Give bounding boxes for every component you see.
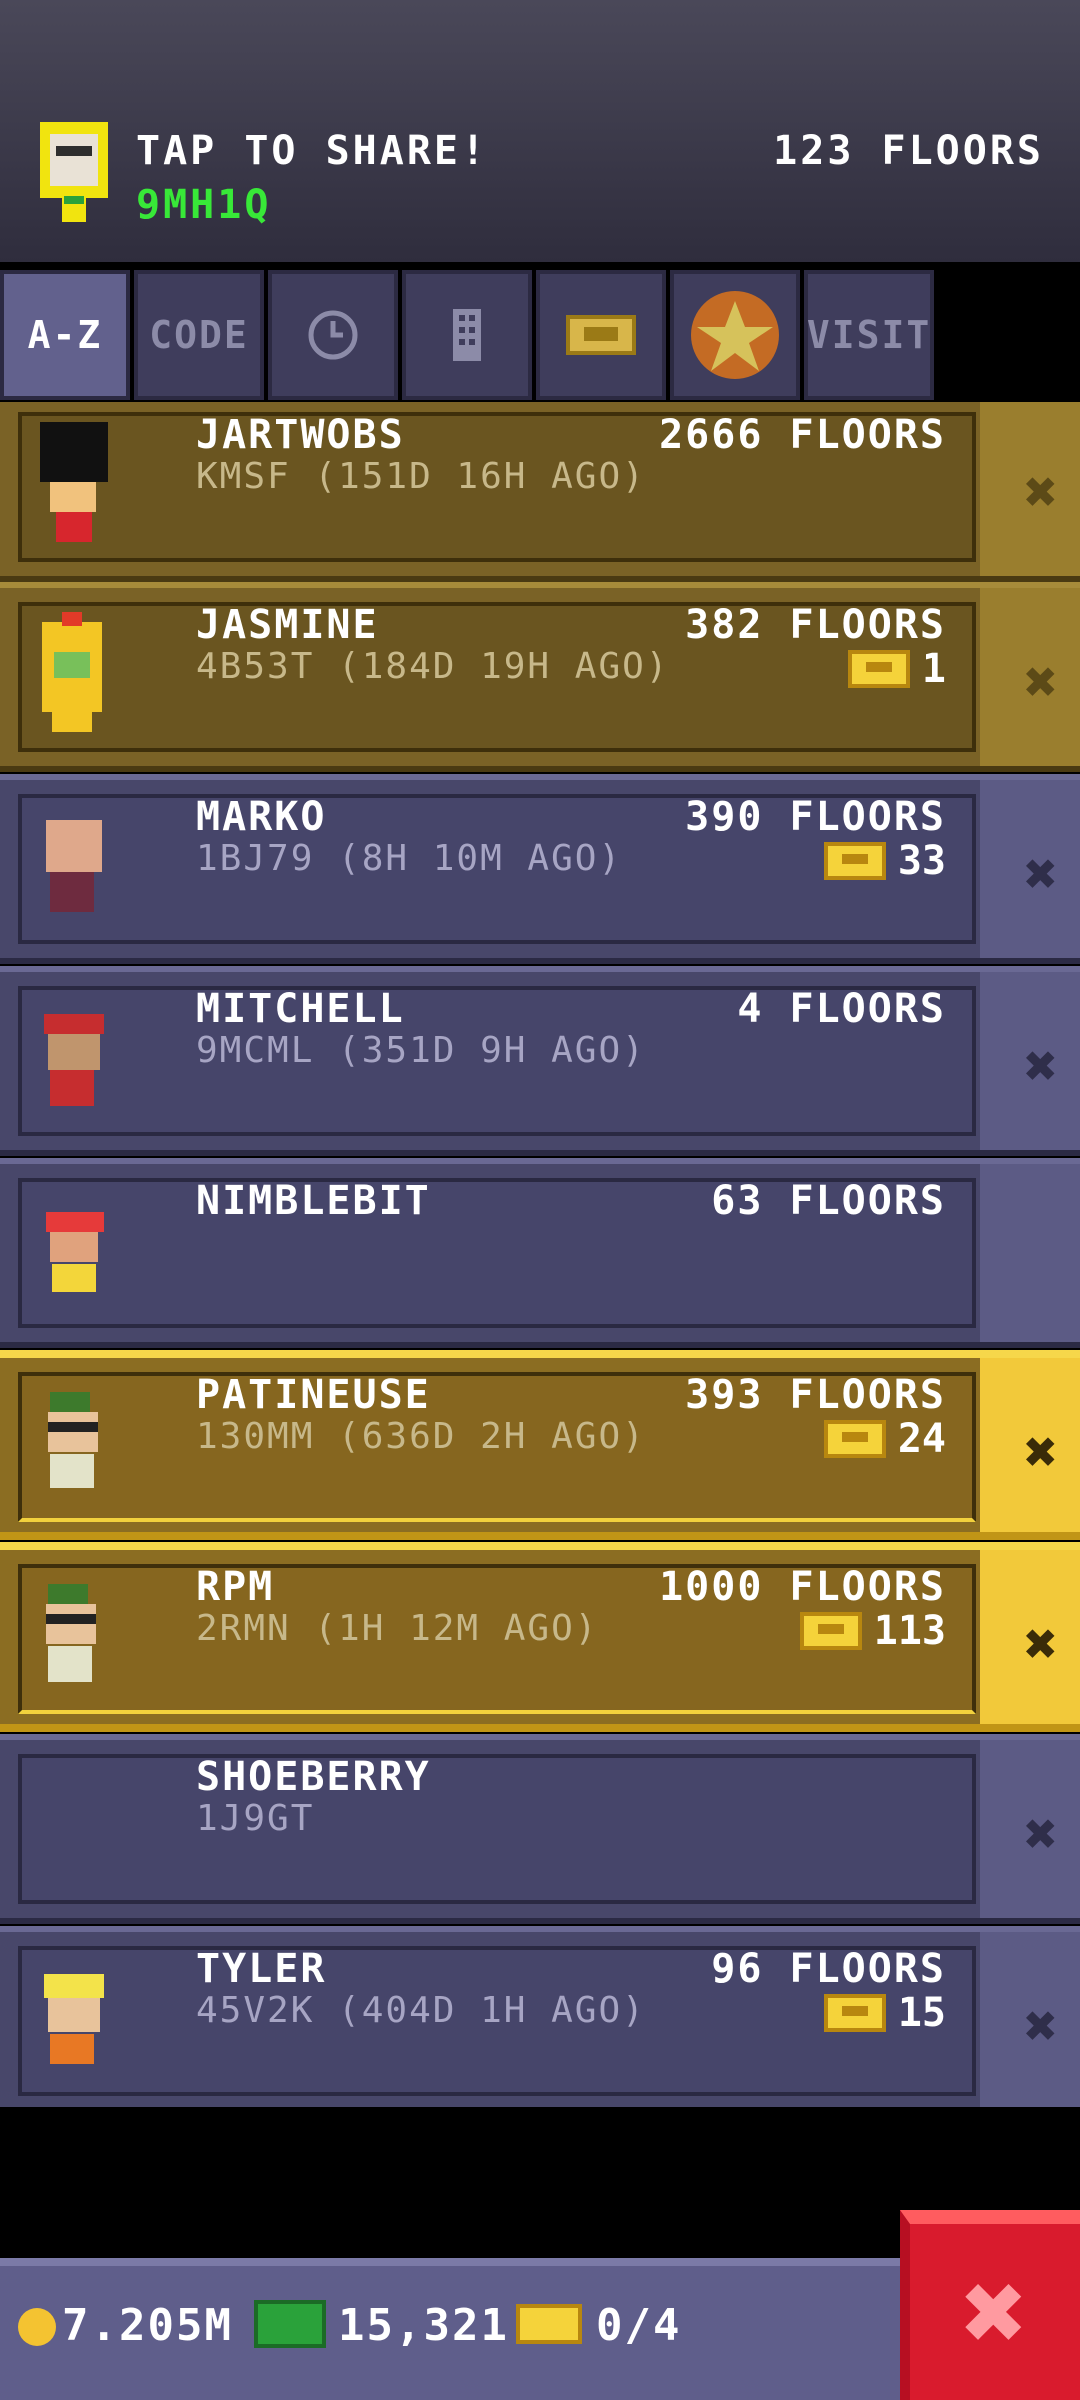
share-label[interactable]: TAP TO SHARE! (136, 128, 488, 174)
list-item[interactable]: NIMBLEBIT 63 FLOORS (0, 1158, 1080, 1348)
remove-friend-icon[interactable]: ✖ (1024, 460, 1058, 525)
list-item[interactable]: JASMINE 382 FLOORS 4B53T (184D 19H AGO) … (0, 582, 1080, 772)
friend-bux: 113 (799, 1608, 946, 1654)
friend-name: JARTWOBS (196, 412, 405, 458)
friend-name: MITCHELL (196, 986, 405, 1032)
bux-icon (847, 650, 910, 688)
remove-friend-icon[interactable]: ✖ (1024, 842, 1058, 907)
avatar (46, 1212, 104, 1292)
list-item[interactable]: PATINEUSE 393 FLOORS 130MM (636D 2H AGO)… (0, 1350, 1080, 1540)
remove-friend-icon[interactable]: ✖ (1024, 1802, 1058, 1867)
remove-friend-icon[interactable]: ✖ (1024, 1034, 1058, 1099)
tab-bux[interactable] (536, 270, 666, 400)
row-panel (18, 1754, 976, 1904)
friend-floors: 393 FLOORS (685, 1372, 946, 1418)
friend-floors: 382 FLOORS (685, 602, 946, 648)
share-code: 9MH1Q (136, 182, 272, 228)
friend-name: TYLER (196, 1946, 327, 1992)
building-icon (453, 309, 481, 361)
clock-icon (308, 310, 358, 360)
friend-name: JASMINE (196, 602, 379, 648)
avatar (48, 1392, 98, 1488)
coins-count: 7.205M (62, 2300, 233, 2351)
tab-recent[interactable] (268, 270, 398, 400)
tab-code[interactable]: CODE (134, 270, 264, 400)
friend-floors: 63 FLOORS (711, 1178, 946, 1224)
list-item[interactable]: JARTWOBS 2666 FLOORS KMSF (151D 16H AGO)… (0, 402, 1080, 582)
friends-list[interactable]: JARTWOBS 2666 FLOORS KMSF (151D 16H AGO)… (0, 402, 1080, 2107)
ticket-count: 0/4 (596, 2300, 682, 2351)
coin-icon (18, 2308, 56, 2346)
friend-bux: 1 (847, 646, 946, 692)
friend-floors: 2666 FLOORS (659, 412, 946, 458)
header[interactable]: TAP TO SHARE! 9MH1Q 123 FLOORS (0, 0, 1080, 262)
friend-floors: 1000 FLOORS (659, 1564, 946, 1610)
avatar (44, 1974, 104, 2064)
bux-cash-icon (254, 2300, 326, 2348)
friend-bux-count: 24 (897, 1416, 946, 1462)
friend-code-time: 130MM (636D 2H AGO) (196, 1416, 646, 1457)
friend-name: SHOEBERRY (196, 1754, 431, 1800)
list-item[interactable]: MITCHELL 4 FLOORS 9MCML (351D 9H AGO) ✖ (0, 966, 1080, 1156)
friend-name: MARKO (196, 794, 327, 840)
bux-icon (823, 1994, 886, 2032)
friend-bux-count: 113 (873, 1608, 946, 1654)
friend-name: NIMBLEBIT (196, 1178, 431, 1224)
tab-visit[interactable]: VISIT (804, 270, 934, 400)
friend-floors: 4 FLOORS (737, 986, 946, 1032)
player-floors: 123 FLOORS (773, 128, 1044, 174)
tab-bar: A-Z CODE VISIT (0, 262, 1080, 402)
friend-bux-count: 1 (921, 646, 946, 692)
ticket-icon (516, 2304, 582, 2344)
tab-a-z[interactable]: A-Z (0, 270, 130, 400)
bux-icon (823, 1420, 886, 1458)
currency-bar: 7.205M 15,321 0/4 (0, 2258, 900, 2400)
remove-friend-icon[interactable]: ✖ (1024, 1994, 1058, 2059)
friend-code-time: 1BJ79 (8H 10M AGO) (196, 838, 623, 879)
list-item[interactable]: MARKO 390 FLOORS 1BJ79 (8H 10M AGO) 33 ✖ (0, 774, 1080, 964)
friend-name: PATINEUSE (196, 1372, 431, 1418)
friend-bux: 15 (823, 1990, 946, 2036)
remove-friend-icon[interactable]: ✖ (1024, 650, 1058, 715)
list-item[interactable]: SHOEBERRY 1J9GT ✖ (0, 1734, 1080, 1924)
avatar (44, 1014, 104, 1106)
remove-friend-icon[interactable]: ✖ (1024, 1612, 1058, 1677)
bux-icon (823, 842, 886, 880)
list-item[interactable]: TYLER 96 FLOORS 45V2K (404D 1H AGO) 15 ✖ (0, 1926, 1080, 2107)
tab-floors[interactable] (402, 270, 532, 400)
friend-code-time: 9MCML (351D 9H AGO) (196, 1030, 646, 1071)
row-remove-strip (980, 1164, 1080, 1342)
avatar (46, 820, 102, 912)
bux-icon (566, 315, 636, 355)
friend-code-time: 2RMN (1H 12M AGO) (196, 1608, 599, 1649)
friend-bux: 33 (823, 838, 946, 884)
avatar (46, 1584, 96, 1682)
friend-floors: 390 FLOORS (685, 794, 946, 840)
friend-bux: 24 (823, 1416, 946, 1462)
remove-friend-icon[interactable]: ✖ (1024, 1420, 1058, 1485)
avatar (42, 612, 102, 732)
friend-code-time: 45V2K (404D 1H AGO) (196, 1990, 646, 2031)
friend-name: RPM (196, 1564, 275, 1610)
bux-count: 15,321 (338, 2300, 509, 2351)
tab-vip[interactable] (670, 270, 800, 400)
star-medal-icon (691, 291, 779, 379)
friend-bux-count: 15 (897, 1990, 946, 2036)
friend-code-time: KMSF (151D 16H AGO) (196, 456, 646, 497)
friend-code-time: 4B53T (184D 19H AGO) (196, 646, 670, 687)
list-item[interactable]: RPM 1000 FLOORS 2RMN (1H 12M AGO) 113 ✖ (0, 1542, 1080, 1732)
player-avatar-icon (40, 122, 108, 222)
friend-code-time: 1J9GT (196, 1798, 315, 1839)
friend-bux-count: 33 (897, 838, 946, 884)
bux-icon (799, 1612, 862, 1650)
friend-floors: 96 FLOORS (711, 1946, 946, 1992)
close-button[interactable]: ✖ (900, 2210, 1080, 2400)
avatar (40, 422, 108, 542)
